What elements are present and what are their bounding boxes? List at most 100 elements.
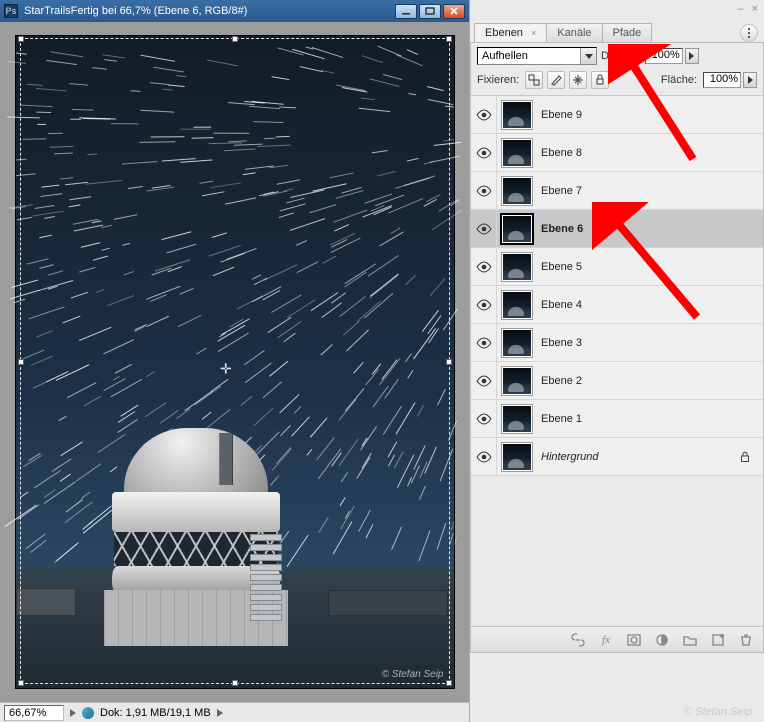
app-icon: Ps — [4, 4, 18, 18]
new-layer-icon[interactable] — [709, 631, 727, 649]
layer-thumbnail[interactable] — [501, 290, 533, 320]
adjustment-layer-icon[interactable] — [653, 631, 671, 649]
layer-fx-icon[interactable]: fx — [597, 631, 615, 649]
lock-label: Fixieren: — [477, 74, 519, 86]
lock-pixels-icon[interactable] — [547, 71, 565, 89]
layer-name-label[interactable]: Hintergrund — [541, 451, 598, 463]
layer-name-label[interactable]: Ebene 2 — [541, 375, 582, 387]
window-title: StarTrailsFertig bei 66,7% (Ebene 6, RGB… — [24, 5, 393, 17]
titlebar[interactable]: Ps StarTrailsFertig bei 66,7% (Ebene 6, … — [0, 0, 469, 22]
tab-close-icon[interactable]: × — [531, 28, 536, 38]
layer-row[interactable]: Ebene 1 — [471, 400, 763, 438]
fill-label: Fläche: — [661, 74, 697, 86]
handle-bottom-center[interactable] — [232, 680, 238, 686]
layer-row[interactable]: Ebene 3 — [471, 324, 763, 362]
layer-row[interactable]: Ebene 6 — [471, 210, 763, 248]
layer-name-label[interactable]: Ebene 8 — [541, 147, 582, 159]
layer-name-label[interactable]: Ebene 4 — [541, 299, 582, 311]
layer-row[interactable]: Ebene 8 — [471, 134, 763, 172]
handle-bottom-right[interactable] — [446, 680, 452, 686]
layer-name-label[interactable]: Ebene 1 — [541, 413, 582, 425]
visibility-toggle-icon[interactable] — [471, 286, 497, 323]
tab-layers[interactable]: Ebenen × — [474, 23, 547, 42]
blend-mode-dropdown[interactable]: Aufhellen — [477, 47, 597, 65]
layer-row[interactable]: Ebene 5 — [471, 248, 763, 286]
lock-transparency-icon[interactable] — [525, 71, 543, 89]
link-layers-icon[interactable] — [569, 631, 587, 649]
opacity-flyout-icon[interactable] — [685, 48, 699, 64]
minimize-button[interactable] — [395, 4, 417, 19]
zoom-flyout-icon[interactable] — [70, 709, 76, 717]
layer-thumbnail[interactable] — [501, 328, 533, 358]
opacity-input[interactable]: 100% — [645, 48, 699, 64]
tab-paths[interactable]: Pfade — [602, 23, 653, 42]
document-size-label: Dok: 1,91 MB/19,1 MB — [100, 707, 211, 719]
lock-all-icon[interactable] — [591, 71, 609, 89]
palette-minimize-icon[interactable]: – — [737, 3, 743, 15]
zoom-level-input[interactable]: 66,67% — [4, 705, 64, 721]
layer-row[interactable]: Ebene 7 — [471, 172, 763, 210]
handle-mid-right[interactable] — [446, 359, 452, 365]
visibility-toggle-icon[interactable] — [471, 324, 497, 361]
visibility-toggle-icon[interactable] — [471, 438, 497, 475]
layer-thumbnail[interactable] — [501, 138, 533, 168]
layers-footer: fx — [471, 626, 763, 652]
layer-thumbnail[interactable] — [501, 366, 533, 396]
status-flyout-icon[interactable] — [217, 709, 223, 717]
layer-mask-icon[interactable] — [625, 631, 643, 649]
layer-row[interactable]: Hintergrund — [471, 438, 763, 476]
status-info-icon[interactable] — [82, 707, 94, 719]
document-canvas[interactable]: © Stefan Seip ✛ — [15, 35, 455, 689]
handle-top-right[interactable] — [446, 36, 452, 42]
page-credit: © Stefan Seip — [684, 706, 752, 718]
visibility-toggle-icon[interactable] — [471, 248, 497, 285]
layer-name-label[interactable]: Ebene 6 — [541, 223, 583, 235]
layer-thumbnail[interactable] — [501, 100, 533, 130]
scene-outbuilding-right — [328, 590, 448, 616]
lock-icon — [739, 451, 751, 463]
visibility-toggle-icon[interactable] — [471, 134, 497, 171]
visibility-toggle-icon[interactable] — [471, 210, 497, 247]
delete-layer-icon[interactable] — [737, 631, 755, 649]
handle-bottom-left[interactable] — [18, 680, 24, 686]
transform-center-crosshair[interactable]: ✛ — [220, 360, 232, 377]
image-watermark: © Stefan Seip — [382, 669, 444, 680]
layer-thumbnail[interactable] — [501, 252, 533, 282]
group-layers-icon[interactable] — [681, 631, 699, 649]
layer-row[interactable]: Ebene 9 — [471, 96, 763, 134]
fill-value[interactable]: 100% — [703, 72, 741, 88]
layer-thumbnail[interactable] — [501, 176, 533, 206]
layer-thumbnail[interactable] — [501, 404, 533, 434]
handle-mid-left[interactable] — [18, 359, 24, 365]
visibility-toggle-icon[interactable] — [471, 362, 497, 399]
panel-menu-button[interactable] — [740, 24, 758, 42]
palette-close-icon[interactable]: × — [752, 3, 758, 15]
scene-stairs — [250, 534, 282, 624]
visibility-toggle-icon[interactable] — [471, 172, 497, 209]
visibility-toggle-icon[interactable] — [471, 96, 497, 133]
layer-thumbnail[interactable] — [501, 214, 533, 244]
document-window: Ps StarTrailsFertig bei 66,7% (Ebene 6, … — [0, 0, 470, 722]
handle-top-center[interactable] — [232, 36, 238, 42]
document-scroll-area[interactable]: © Stefan Seip ✛ — [0, 22, 469, 702]
fill-flyout-icon[interactable] — [743, 72, 757, 88]
handle-top-left[interactable] — [18, 36, 24, 42]
chevron-down-icon[interactable] — [580, 48, 596, 64]
fill-input[interactable]: 100% — [703, 72, 757, 88]
layers-list[interactable]: Ebene 9 Ebene 8 Ebene 7 Ebene 6 Ebene 5 Ebene… — [471, 96, 763, 626]
layer-thumbnail[interactable] — [501, 442, 533, 472]
lock-position-icon[interactable] — [569, 71, 587, 89]
layer-name-label[interactable]: Ebene 9 — [541, 109, 582, 121]
layer-row[interactable]: Ebene 2 — [471, 362, 763, 400]
layer-row[interactable]: Ebene 4 — [471, 286, 763, 324]
layer-name-label[interactable]: Ebene 5 — [541, 261, 582, 273]
tab-channels[interactable]: Kanäle — [546, 23, 602, 42]
maximize-button[interactable] — [419, 4, 441, 19]
layer-name-label[interactable]: Ebene 3 — [541, 337, 582, 349]
scene-outbuilding-left — [16, 588, 76, 616]
opacity-value[interactable]: 100% — [645, 48, 683, 64]
panel-tabs: Ebenen × Kanäle Pfade — [470, 18, 764, 42]
visibility-toggle-icon[interactable] — [471, 400, 497, 437]
layer-name-label[interactable]: Ebene 7 — [541, 185, 582, 197]
close-button[interactable] — [443, 4, 465, 19]
